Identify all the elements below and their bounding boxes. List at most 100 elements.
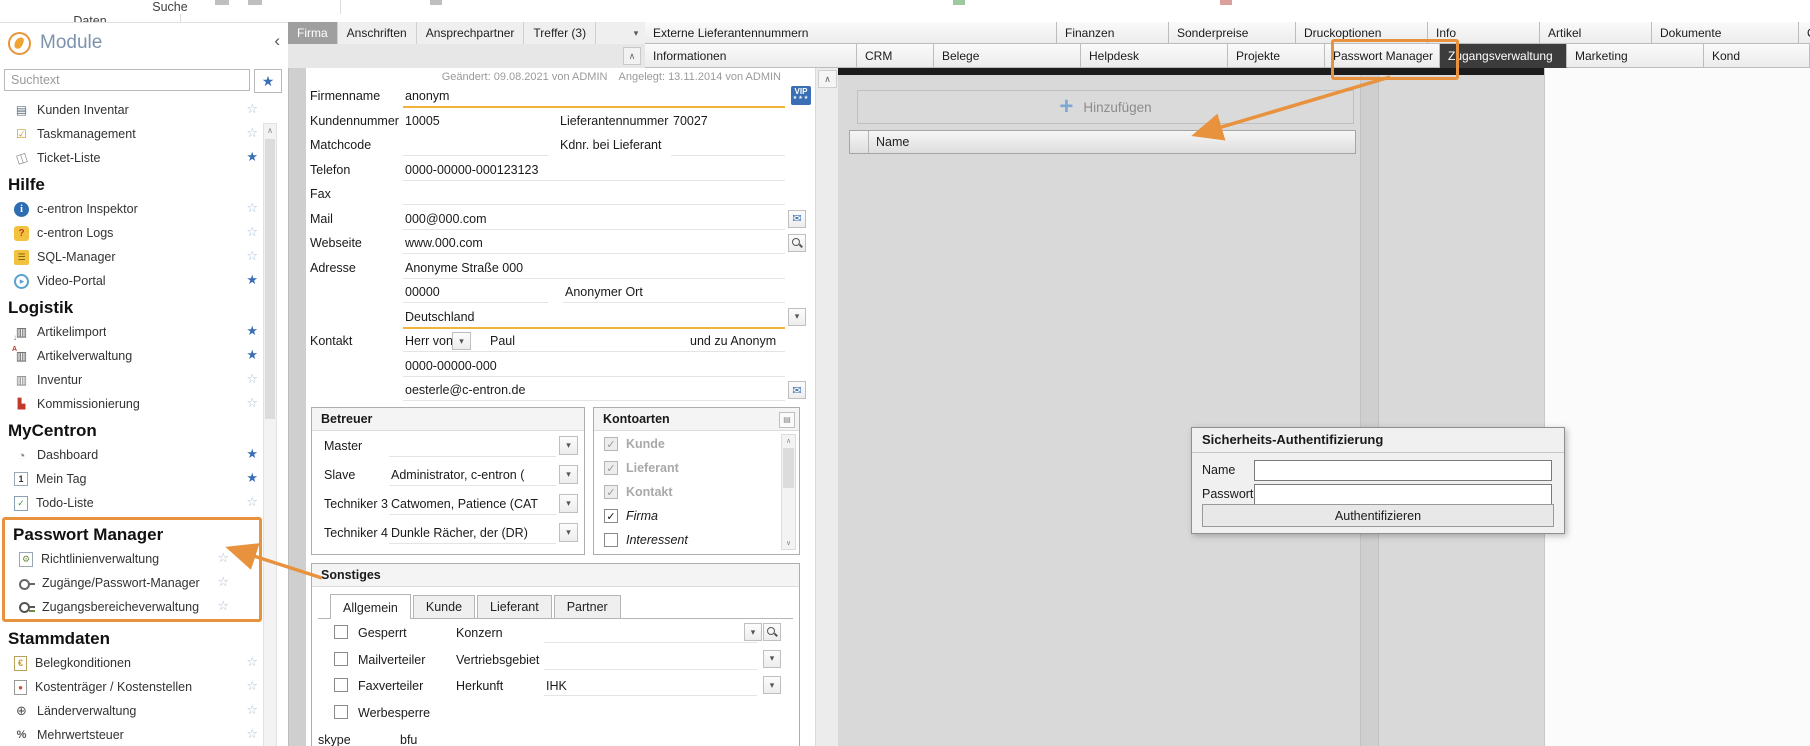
land-value[interactable]: Deutschland [405,310,475,324]
kontoart-checkbox[interactable] [604,461,618,475]
add-access-button[interactable]: + Hinzufügen [857,90,1354,124]
record-tab[interactable]: Firma [288,22,338,44]
detail-tab[interactable]: Opc [1799,22,1810,44]
authenticate-button[interactable]: Authentifizieren [1202,504,1554,527]
herkunft-dropdown-icon[interactable]: ▾ [763,676,781,694]
open-website-button[interactable] [788,234,806,252]
betreuer-dropdown-icon[interactable]: ▾ [559,494,578,513]
sonstiges-tab[interactable]: Partner [554,595,621,618]
herkunft-value[interactable]: IHK [546,679,567,693]
sidebar-item[interactable]: Mehrwertsteuer ☆ [0,723,288,746]
firmenname-value[interactable]: anonym [405,89,449,103]
detail-tab[interactable]: Marketing [1567,44,1704,68]
sidebar-collapse-icon[interactable]: ‹ [274,32,280,49]
sidebar-item[interactable]: SQL-Manager ☆ [0,245,288,269]
betreuer-value[interactable]: Dunkle Rächer, der (DR) [391,526,554,540]
sidebar-item[interactable]: Kunden Inventar ☆ [0,98,288,122]
detail-tab[interactable]: Finanzen [1057,22,1169,44]
sidebar-item[interactable]: Artikelverwaltung ★ [0,344,288,368]
panel-divider-scrollbar[interactable] [1360,75,1379,746]
kontoart-checkbox[interactable] [604,533,618,547]
favorite-star-icon[interactable]: ☆ [246,679,258,692]
favorite-star-icon[interactable]: ☆ [246,372,258,385]
scroll-up-icon[interactable]: ∧ [623,47,641,65]
fax-input[interactable] [403,204,785,205]
detail-tab[interactable]: Dokumente [1652,22,1799,44]
favorite-star-icon[interactable]: ★ [246,324,258,337]
strasse-value[interactable]: Anonyme Straße 000 [405,261,523,275]
sidebar-item[interactable]: c-entron Logs ☆ [0,221,288,245]
kontoart-checkbox[interactable] [604,485,618,499]
kundennummer-value[interactable]: 10005 [405,114,440,128]
gesperrt-checkbox[interactable] [334,625,348,639]
record-tab[interactable]: Treffer (3) [524,22,596,44]
sonstiges-tab[interactable]: Kunde [413,595,475,618]
betreuer-value[interactable]: Catwomen, Patience (CAT [391,497,554,511]
detail-tab[interactable]: Zugangsverwaltung [1440,44,1567,68]
favorite-star-icon[interactable]: ☆ [246,102,258,115]
namenszusatz-value[interactable]: und zu Anonym [690,334,776,348]
lieferantennummer-value[interactable]: 70027 [673,114,708,128]
favorite-star-icon[interactable]: ★ [246,150,258,163]
favorites-filter-button[interactable]: ★ [254,69,282,93]
favorite-star-icon[interactable]: ☆ [246,655,258,668]
password-input[interactable] [1254,484,1552,505]
detail-tab[interactable]: CRM [857,44,934,68]
module-search-input[interactable] [4,69,250,91]
favorite-star-icon[interactable]: ☆ [246,126,258,139]
anrede-dropdown-icon[interactable]: ▾ [452,332,471,350]
scroll-down-icon[interactable]: ∨ [782,537,795,549]
mail-value[interactable]: 000@000.com [405,212,487,226]
detail-tab[interactable]: Kond [1704,44,1810,68]
sidebar-item[interactable]: Ticket-Liste ★ [0,146,288,170]
favorite-star-icon[interactable]: ☆ [217,575,229,588]
sidebar-item[interactable]: Zugänge/Passwort-Manager ☆ [5,571,259,595]
record-tab[interactable]: Ansprechpartner [417,22,525,44]
form-scrollbar[interactable]: ∧ [815,68,839,746]
land-dropdown-icon[interactable]: ▾ [788,308,806,326]
sidebar-item[interactable]: Belegkonditionen ☆ [0,651,288,675]
name-column-header[interactable]: Name [869,131,1355,153]
matchcode-input[interactable] [403,155,548,156]
favorite-star-icon[interactable]: ☆ [217,551,229,564]
record-tab[interactable]: Anschriften [338,22,417,44]
vertriebsgebiet-input[interactable] [544,669,757,670]
webseite-value[interactable]: www.000.com [405,236,483,250]
favorite-star-icon[interactable]: ☆ [246,703,258,716]
detail-tab[interactable]: Info [1428,22,1540,44]
send-mail-button[interactable]: ✉ [788,381,806,399]
kontakt-mail-value[interactable]: oesterle@c-entron.de [405,383,525,397]
scroll-up-icon[interactable]: ∧ [782,435,795,447]
panel-splitter[interactable] [288,68,308,746]
kontakt-telefon-value[interactable]: 0000-00000-000 [405,359,497,373]
sidebar-item[interactable]: Zugangsbereicheverwaltung ☆ [5,595,259,619]
sidebar-item[interactable]: Länderverwaltung ☆ [0,699,288,723]
sidebar-item[interactable]: Inventur ☆ [0,368,288,392]
sidebar-item[interactable]: Taskmanagement ☆ [0,122,288,146]
kontoarten-scrollbar[interactable]: ∧ ∨ [781,434,796,550]
sonstiges-tab[interactable]: Lieferant [477,595,552,618]
ort-value[interactable]: Anonymer Ort [565,285,643,299]
sidebar-item[interactable]: Kommissionierung ☆ [0,392,288,416]
favorite-star-icon[interactable]: ☆ [217,599,229,612]
tab-overflow-dropdown-icon[interactable]: ▾ [627,22,645,44]
betreuer-dropdown-icon[interactable]: ▾ [559,436,578,455]
konzern-input[interactable] [544,642,757,643]
detail-tab[interactable]: Artikel [1540,22,1652,44]
betreuer-dropdown-icon[interactable]: ▾ [559,523,578,542]
plz-value[interactable]: 00000 [405,285,440,299]
sonstiges-tab[interactable]: Allgemein [330,594,411,619]
detail-tab[interactable]: Externe Lieferantennummern [645,22,1057,44]
favorite-star-icon[interactable]: ★ [246,348,258,361]
skype-value[interactable]: bfu [400,733,417,746]
kontoart-checkbox[interactable] [604,509,618,523]
kdnr-input[interactable] [671,155,785,156]
sidebar-item[interactable]: Mein Tag ★ [0,467,288,491]
favorite-star-icon[interactable]: ☆ [246,201,258,214]
scroll-up-icon[interactable]: ∧ [818,70,837,88]
favorite-star-icon[interactable]: ☆ [246,396,258,409]
scrollbar-thumb[interactable] [783,448,794,488]
konzern-dropdown-icon[interactable]: ▾ [744,623,762,641]
betreuer-value[interactable]: Administrator, c-entron ( [391,468,554,482]
favorite-star-icon[interactable]: ☆ [246,727,258,740]
